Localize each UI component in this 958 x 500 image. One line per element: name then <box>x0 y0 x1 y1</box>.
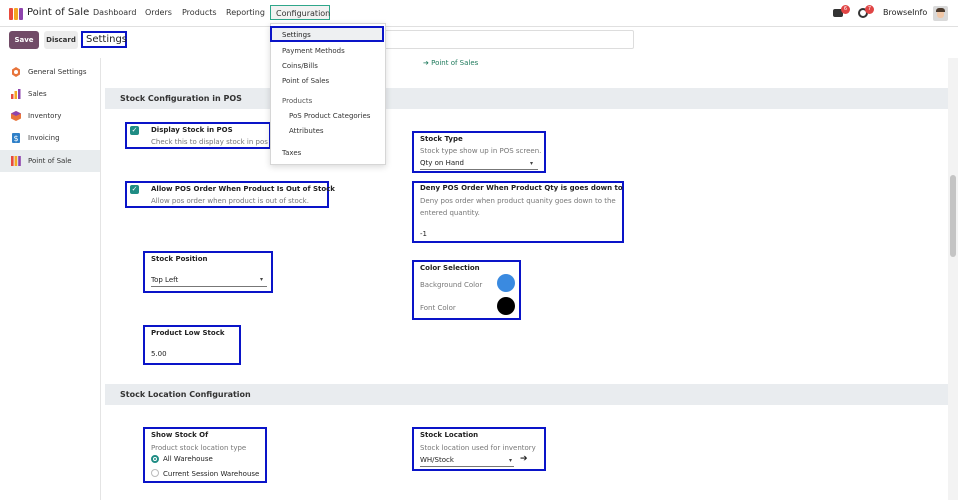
stock-location-title: Stock Location <box>420 431 479 439</box>
stock-type-title: Stock Type <box>420 135 463 143</box>
color-selection-title: Color Selection <box>420 264 480 272</box>
sidebar-item-label: Sales <box>28 90 47 98</box>
sidebar-item-general-settings[interactable]: General Settings <box>0 61 100 83</box>
dropdown-item-taxes[interactable]: Taxes <box>282 149 301 157</box>
display-stock-checkbox[interactable]: ✓ <box>130 126 139 135</box>
deny-order-qty-input[interactable]: -1 <box>420 230 427 238</box>
sidebar-item-label: Point of Sale <box>28 157 72 165</box>
gear-app-icon <box>12 67 20 77</box>
pos-store-icon <box>11 156 21 166</box>
allow-order-checkbox[interactable]: ✓ <box>130 185 139 194</box>
chevron-down-icon[interactable]: ▾ <box>509 457 512 464</box>
stock-config-header: Stock Configuration in POS <box>105 88 948 109</box>
radio-current-session-warehouse[interactable] <box>151 469 159 477</box>
menu-dashboard[interactable]: Dashboard <box>93 8 136 17</box>
sidebar-item-label: Invoicing <box>28 134 60 142</box>
radio-all-warehouse[interactable] <box>151 455 159 463</box>
stock-type-select[interactable]: Qty on Hand <box>420 159 464 167</box>
stock-location-select[interactable]: WH/Stock <box>420 456 454 464</box>
deny-order-desc-1: Deny pos order when product quanity goes… <box>420 197 616 205</box>
inventory-box-icon <box>11 111 21 121</box>
dropdown-item-point-of-sales[interactable]: Point of Sales <box>282 77 329 85</box>
menu-reporting[interactable]: Reporting <box>226 8 265 17</box>
point-of-sales-link-label: Point of Sales <box>431 59 479 67</box>
font-color-label: Font Color <box>420 304 456 312</box>
scrollbar-track[interactable] <box>948 58 958 500</box>
sidebar-item-sales[interactable]: Sales <box>0 83 100 105</box>
stock-position-underline <box>151 286 267 287</box>
configuration-dropdown: Payment Methods Coins/Bills Point of Sal… <box>270 23 386 165</box>
dropdown-item-pos-product-categories[interactable]: PoS Product Categories <box>289 112 370 120</box>
dropdown-item-attributes[interactable]: Attributes <box>289 127 324 135</box>
radio-current-session-warehouse-label: Current Session Warehouse <box>163 470 260 478</box>
stock-location-desc: Stock location used for inventory <box>420 444 536 452</box>
background-color-label: Background Color <box>420 281 483 289</box>
stock-position-select[interactable]: Top Left <box>151 276 178 284</box>
font-color-swatch[interactable] <box>497 297 515 315</box>
deny-order-desc-2: entered quantity. <box>420 209 480 217</box>
settings-search-input[interactable] <box>382 30 634 49</box>
discard-button[interactable]: Discard <box>44 31 78 49</box>
menu-products[interactable]: Products <box>182 8 217 17</box>
avatar[interactable] <box>933 6 948 21</box>
scrollbar-thumb[interactable] <box>950 175 956 257</box>
stock-location-header: Stock Location Configuration <box>105 384 948 405</box>
activity-badge: 7 <box>865 5 874 14</box>
dropdown-item-coins-bills[interactable]: Coins/Bills <box>282 62 318 70</box>
top-navbar: Point of Sale Dashboard Orders Products … <box>0 0 958 27</box>
company-name[interactable]: BrowseInfo <box>883 8 927 17</box>
sidebar-item-point-of-sale[interactable]: Point of Sale <box>0 150 100 172</box>
save-button[interactable]: Save <box>9 31 39 49</box>
dropdown-item-settings[interactable]: Settings <box>270 26 384 42</box>
deny-order-title: Deny POS Order When Product Qty is goes … <box>420 184 623 192</box>
menu-configuration[interactable]: Configuration <box>270 5 330 20</box>
allow-order-desc: Allow pos order when product is out of s… <box>151 197 309 205</box>
sales-chart-icon <box>11 89 21 99</box>
stock-type-desc: Stock type show up in POS screen. <box>420 147 542 155</box>
chevron-down-icon[interactable]: ▾ <box>530 160 533 167</box>
internal-link-arrow-icon[interactable]: ➔ <box>520 454 528 464</box>
low-stock-input[interactable]: 5.00 <box>151 350 167 358</box>
point-of-sales-link[interactable]: ➔ Point of Sales <box>423 59 478 67</box>
stock-type-underline <box>420 169 538 170</box>
pos-app-icon[interactable] <box>9 8 23 20</box>
messages-badge: 6 <box>841 5 850 14</box>
sidebar-item-label: Inventory <box>28 112 62 120</box>
sidebar-item-inventory[interactable]: Inventory <box>0 105 100 127</box>
chevron-down-icon[interactable]: ▾ <box>260 276 263 283</box>
breadcrumb: Settings <box>81 31 127 48</box>
sidebar-item-label: General Settings <box>28 68 87 76</box>
menu-orders[interactable]: Orders <box>145 8 172 17</box>
dropdown-item-payment-methods[interactable]: Payment Methods <box>282 47 345 55</box>
stock-position-title: Stock Position <box>151 255 208 263</box>
allow-order-title: Allow POS Order When Product Is Out of S… <box>151 185 335 193</box>
sidebar-item-invoicing[interactable]: $ Invoicing <box>0 127 100 149</box>
invoice-icon: $ <box>12 133 20 143</box>
low-stock-title: Product Low Stock <box>151 329 225 337</box>
app-name[interactable]: Point of Sale <box>27 7 89 18</box>
show-stock-of-title: Show Stock Of <box>151 431 209 439</box>
show-stock-of-desc: Product stock location type <box>151 444 247 452</box>
stock-location-underline <box>420 466 514 467</box>
background-color-swatch[interactable] <box>497 274 515 292</box>
display-stock-desc: Check this to display stock in pos <box>151 138 268 146</box>
radio-all-warehouse-label: All Warehouse <box>163 455 213 463</box>
settings-sidebar: General Settings Sales Inventory $ Invoi… <box>0 58 101 500</box>
display-stock-title: Display Stock in POS <box>151 126 233 134</box>
svg-text:$: $ <box>13 134 18 143</box>
dropdown-header-products: Products <box>282 97 313 105</box>
